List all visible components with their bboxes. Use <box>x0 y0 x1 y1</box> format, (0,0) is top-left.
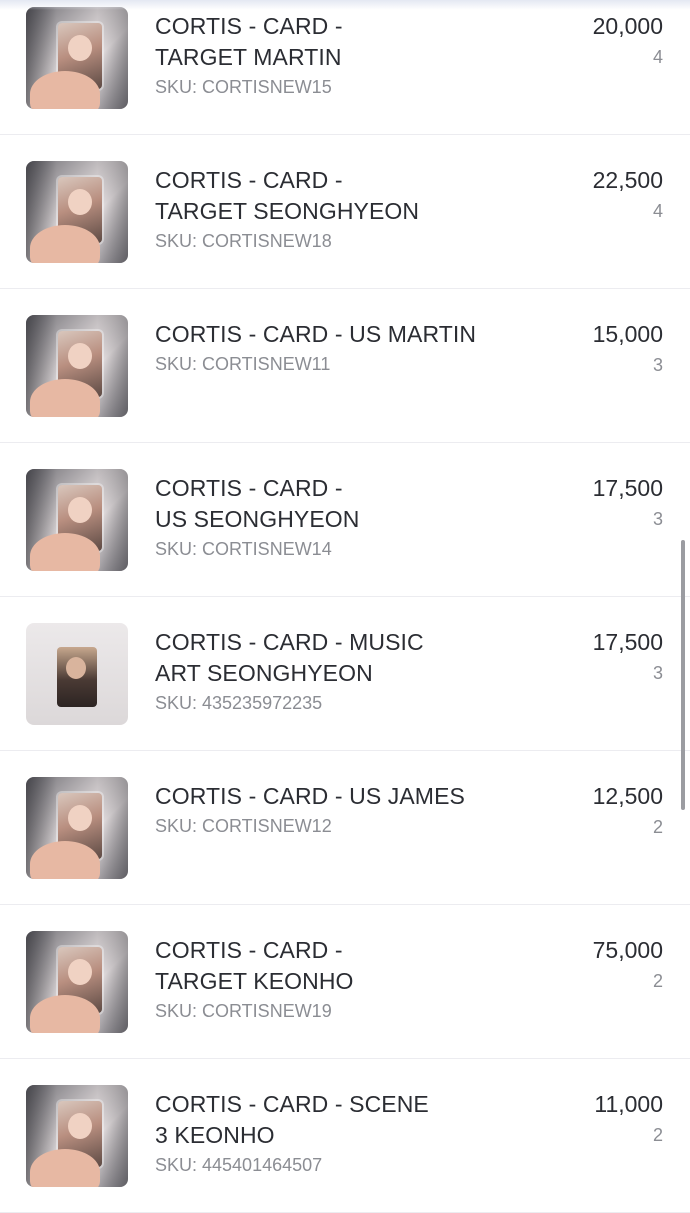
product-title: CORTIS - CARD - TARGET MARTIN <box>155 11 555 73</box>
product-price: 11,000 <box>594 1091 663 1117</box>
product-title-line: CORTIS - CARD - US MARTIN <box>155 321 477 347</box>
product-title-line: TARGET MARTIN <box>155 44 342 70</box>
product-quantity: 2 <box>652 817 663 837</box>
list-item[interactable]: CORTIS - CARD - TARGET SEONGHYEON SKU: C… <box>0 135 690 289</box>
product-quantity: 2 <box>652 1125 663 1145</box>
product-thumbnail[interactable] <box>26 931 128 1033</box>
product-title-line: CORTIS - CARD - MUSIC <box>155 629 424 655</box>
product-title: CORTIS - CARD - TARGET SEONGHYEON <box>155 165 555 227</box>
product-title-line: TARGET SEONGHYEON <box>155 198 420 224</box>
product-sku: SKU: 445401464507 <box>155 1155 323 1175</box>
product-list: CORTIS - CARD - TARGET MARTIN SKU: CORTI… <box>0 0 690 1213</box>
product-sku: SKU: CORTISNEW12 <box>155 816 332 836</box>
product-quantity: 4 <box>652 201 663 221</box>
list-item[interactable]: CORTIS - CARD - US SEONGHYEON SKU: CORTI… <box>0 443 690 597</box>
product-quantity: 3 <box>652 509 663 529</box>
product-title-line: CORTIS - CARD - <box>155 475 343 501</box>
product-title-line: CORTIS - CARD - <box>155 13 343 39</box>
product-thumbnail[interactable] <box>26 1085 128 1187</box>
list-item[interactable]: CORTIS - CARD - TARGET MARTIN SKU: CORTI… <box>0 0 690 135</box>
product-price: 17,500 <box>592 475 663 501</box>
product-price: 15,000 <box>592 321 663 347</box>
product-title-line: 3 KEONHO <box>155 1122 275 1148</box>
product-title-line: US SEONGHYEON <box>155 506 360 532</box>
product-title-line: ART SEONGHYEON <box>155 660 373 686</box>
product-title: CORTIS - CARD - SCENE 3 KEONHO <box>155 1089 555 1151</box>
scrollbar[interactable] <box>681 540 685 810</box>
product-title-line: TARGET KEONHO <box>155 968 354 994</box>
product-title: CORTIS - CARD - US SEONGHYEON <box>155 473 555 535</box>
top-shade <box>0 0 690 10</box>
product-quantity: 3 <box>652 355 663 375</box>
product-quantity: 4 <box>652 47 663 67</box>
product-title: CORTIS - CARD - US JAMES <box>155 781 555 812</box>
product-price: 20,000 <box>592 13 663 39</box>
product-thumbnail[interactable] <box>26 623 128 725</box>
product-sku: SKU: CORTISNEW18 <box>155 231 332 251</box>
product-price: 17,500 <box>592 629 663 655</box>
product-thumbnail[interactable] <box>26 161 128 263</box>
product-sku: SKU: 435235972235 <box>155 693 323 713</box>
product-price: 22,500 <box>592 167 663 193</box>
list-item[interactable]: CORTIS - CARD - SCENE 3 KEONHO SKU: 4454… <box>0 1059 690 1213</box>
product-title-line: CORTIS - CARD - SCENE <box>155 1091 429 1117</box>
list-item[interactable]: CORTIS - CARD - TARGET KEONHO SKU: CORTI… <box>0 905 690 1059</box>
product-thumbnail[interactable] <box>26 7 128 109</box>
product-sku: SKU: CORTISNEW15 <box>155 77 332 97</box>
product-price: 12,500 <box>592 783 663 809</box>
product-thumbnail[interactable] <box>26 469 128 571</box>
product-title: CORTIS - CARD - TARGET KEONHO <box>155 935 555 997</box>
list-item[interactable]: CORTIS - CARD - US JAMES SKU: CORTISNEW1… <box>0 751 690 905</box>
product-quantity: 3 <box>652 663 663 683</box>
product-price: 75,000 <box>592 937 663 963</box>
product-sku: SKU: CORTISNEW19 <box>155 1001 332 1021</box>
product-title-line: CORTIS - CARD - <box>155 167 343 193</box>
product-title-line: CORTIS - CARD - <box>155 937 343 963</box>
product-quantity: 2 <box>652 971 663 991</box>
product-title-line: CORTIS - CARD - US JAMES <box>155 783 465 809</box>
product-sku: SKU: CORTISNEW14 <box>155 539 332 559</box>
product-title: CORTIS - CARD - US MARTIN <box>155 319 555 350</box>
product-title: CORTIS - CARD - MUSIC ART SEONGHYEON <box>155 627 555 689</box>
product-thumbnail[interactable] <box>26 777 128 879</box>
product-thumbnail[interactable] <box>26 315 128 417</box>
list-item[interactable]: CORTIS - CARD - MUSIC ART SEONGHYEON SKU… <box>0 597 690 751</box>
list-item[interactable]: CORTIS - CARD - US MARTIN SKU: CORTISNEW… <box>0 289 690 443</box>
product-sku: SKU: CORTISNEW11 <box>155 354 331 374</box>
